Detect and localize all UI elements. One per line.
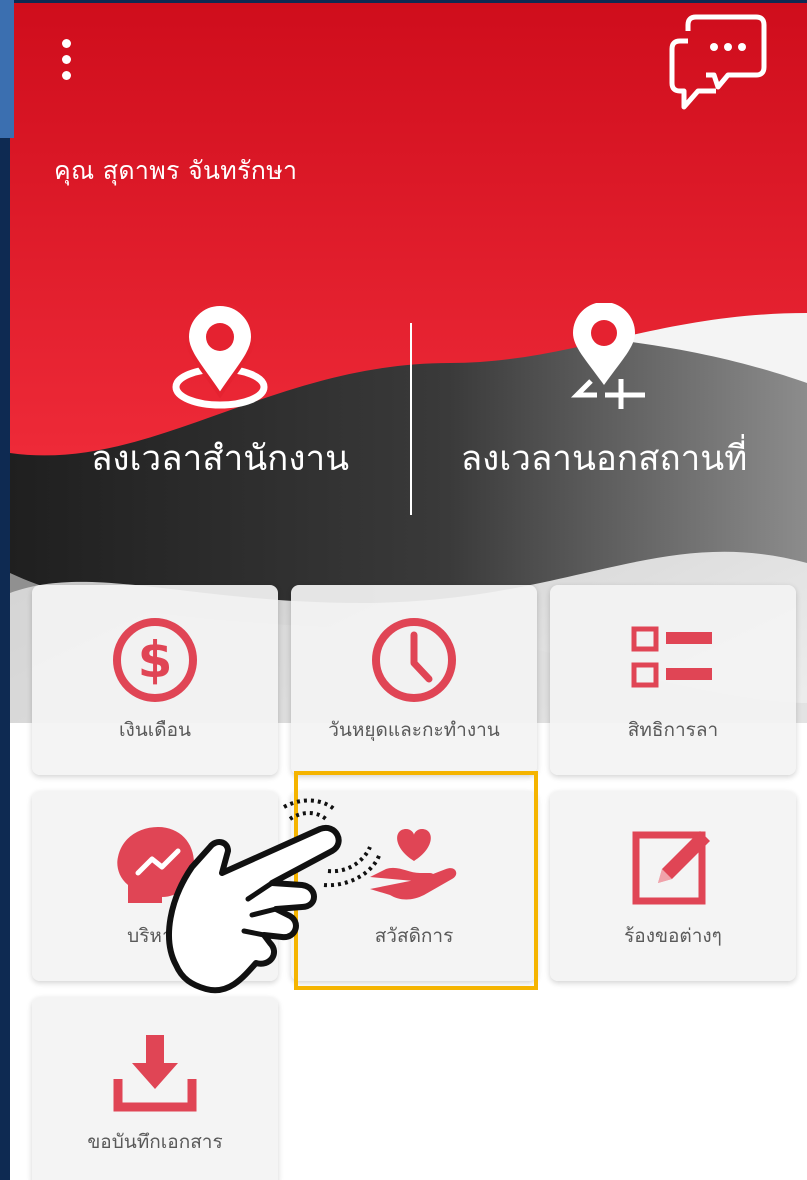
checkin-outside-label: ลงเวลานอกสถานที่ xyxy=(460,439,748,479)
user-name: คุณ สุดาพร จันทรักษา xyxy=(54,156,298,185)
tile-holidays-shifts[interactable]: วันหยุดและกะทำงาน xyxy=(291,585,537,775)
heart-hand-icon xyxy=(370,829,457,900)
chat-button[interactable] xyxy=(658,11,768,113)
clock-icon xyxy=(372,618,456,702)
download-icon xyxy=(113,1035,197,1112)
tile-management-label: บริหาร xyxy=(127,925,183,947)
app-screen: คุณ สุดาพร จันทรักษา ลงเวลาสำนักงาน ลงเว… xyxy=(0,0,807,1180)
location-pin-icon xyxy=(172,303,268,409)
tile-holidays-shifts-label: วันหยุดและกะทำงาน xyxy=(328,719,500,741)
checkin-office-button[interactable]: ลงเวลาสำนักงาน xyxy=(50,303,390,503)
dollar-icon: $ xyxy=(113,618,197,702)
svg-text:$: $ xyxy=(138,631,173,689)
tile-requests[interactable]: ร้องขอต่างๆ xyxy=(550,791,796,981)
chat-bubbles-icon xyxy=(669,14,767,110)
location-pin-outside-icon xyxy=(570,303,645,409)
tile-welfare-label: สวัสดิการ xyxy=(374,925,454,947)
tile-management[interactable]: บริหาร xyxy=(32,791,278,981)
tile-requests-label: ร้องขอต่างๆ xyxy=(624,925,722,947)
menu-button[interactable] xyxy=(56,39,76,85)
checkin-divider xyxy=(410,323,412,515)
vertical-dots-icon xyxy=(61,39,71,48)
tile-document-record-label: ขอบันทึกเอกสาร xyxy=(87,1131,223,1153)
tile-welfare[interactable]: สวัสดิการ xyxy=(291,791,537,981)
edit-icon xyxy=(632,831,710,905)
tile-document-record[interactable]: ขอบันทึกเอกสาร xyxy=(32,997,278,1180)
head-growth-icon xyxy=(117,827,194,903)
tile-salary-label: เงินเดือน xyxy=(119,719,191,741)
tile-leave-rights[interactable]: สิทธิการลา xyxy=(550,585,796,775)
window-edge-accent xyxy=(0,0,14,138)
checkin-office-label: ลงเวลาสำนักงาน xyxy=(90,439,350,479)
list-icon xyxy=(631,626,712,688)
checkin-outside-button[interactable]: ลงเวลานอกสถานที่ xyxy=(434,303,774,503)
tile-leave-rights-label: สิทธิการลา xyxy=(627,719,719,741)
tile-salary[interactable]: $ เงินเดือน xyxy=(32,585,278,775)
